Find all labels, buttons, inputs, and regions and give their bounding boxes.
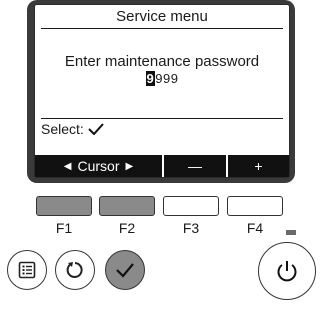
f1-label: F1 xyxy=(55,220,73,236)
check-icon xyxy=(116,263,134,278)
select-button[interactable] xyxy=(105,250,145,290)
arrow-left-icon: ◀ xyxy=(63,160,72,172)
select-label: Select: xyxy=(41,121,84,137)
operation-led xyxy=(286,230,296,235)
plus-label: + xyxy=(254,158,263,174)
cursor-function: ◀ Cursor ▶ xyxy=(35,155,162,177)
password-cursor-digit: 9 xyxy=(145,71,156,86)
cursor-label: Cursor xyxy=(77,158,120,174)
f1-button[interactable] xyxy=(36,196,92,216)
menu-icon xyxy=(18,261,36,279)
f3-button[interactable] xyxy=(163,196,219,216)
decrement-function: — xyxy=(164,155,226,177)
lcd-screen: Service menu Enter maintenance password … xyxy=(34,4,290,178)
return-icon xyxy=(66,262,83,278)
f2-button[interactable] xyxy=(99,196,155,216)
password-remaining-digits: 999 xyxy=(155,71,179,86)
f4-button[interactable] xyxy=(227,196,283,216)
f4-label: F4 xyxy=(246,220,264,236)
select-hint: Select: xyxy=(41,121,104,137)
return-button[interactable] xyxy=(55,250,95,290)
f2-label: F2 xyxy=(118,220,136,236)
password-prompt: Enter maintenance password xyxy=(64,53,260,70)
power-icon xyxy=(277,261,297,282)
password-field[interactable]: 9999 xyxy=(35,71,289,86)
function-bar: ◀ Cursor ▶ — + xyxy=(35,155,289,177)
arrow-right-icon: ▶ xyxy=(125,160,134,172)
power-button[interactable] xyxy=(258,242,316,300)
f3-label: F3 xyxy=(182,220,200,236)
screen-title: Service menu xyxy=(116,8,208,25)
menu-button[interactable] xyxy=(7,250,47,290)
select-divider xyxy=(41,118,283,119)
minus-label: — xyxy=(188,158,202,174)
title-divider xyxy=(41,28,283,29)
increment-function: + xyxy=(228,155,289,177)
check-mark-icon xyxy=(87,123,104,136)
